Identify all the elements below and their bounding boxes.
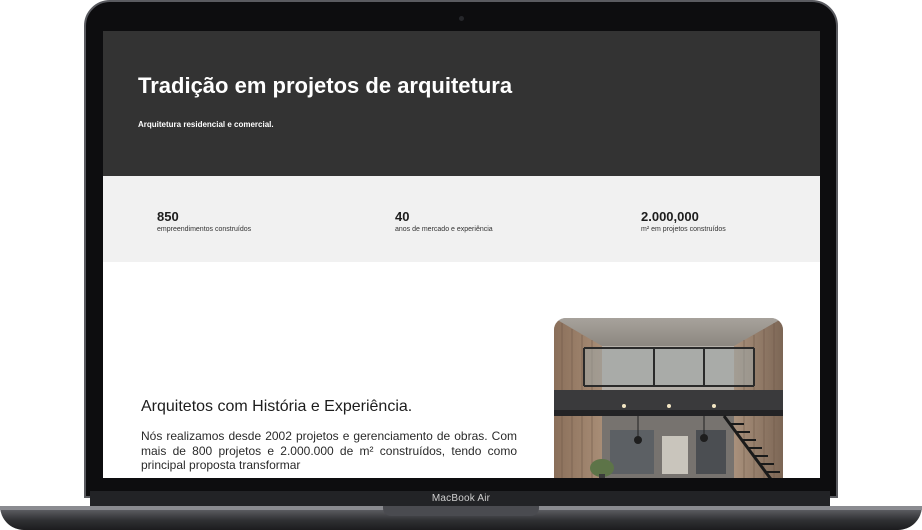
- camera-icon: [459, 16, 464, 21]
- stats-section: 850 empreendimentos construídos 40 anos …: [103, 176, 820, 262]
- stat-value: 40: [395, 209, 410, 224]
- stat-label: anos de mercado e experiência: [395, 226, 493, 233]
- loft-interior-image: [554, 318, 783, 478]
- hero-section: Tradição em projetos de arquitetura Arqu…: [103, 31, 820, 176]
- hero-title: Tradição em projetos de arquitetura: [138, 73, 513, 98]
- device-label: MacBook Air: [431, 493, 491, 504]
- stat-label: empreendimentos construídos: [157, 226, 252, 233]
- architecture-photo: [554, 318, 783, 478]
- stat-years: 40 anos de mercado e experiência: [395, 210, 493, 234]
- stat-area: 2.000,000 m² em projetos construídos: [641, 210, 726, 234]
- stat-projects: 850 empreendimentos construídos: [157, 210, 251, 234]
- stat-label: m² em projetos construídos: [641, 226, 726, 233]
- hero-subtitle: Arquitetura residencial e comercial.: [138, 120, 274, 129]
- website-screen: Tradição em projetos de arquitetura Arqu…: [103, 31, 820, 478]
- laptop-notch: [383, 506, 539, 516]
- stat-value: 2.000,000: [641, 209, 699, 224]
- about-title: Arquitetos com História e Experiência.: [141, 398, 413, 415]
- about-text: Nós realizamos desde 2002 projetos e ger…: [141, 429, 517, 472]
- stat-value: 850: [157, 209, 179, 224]
